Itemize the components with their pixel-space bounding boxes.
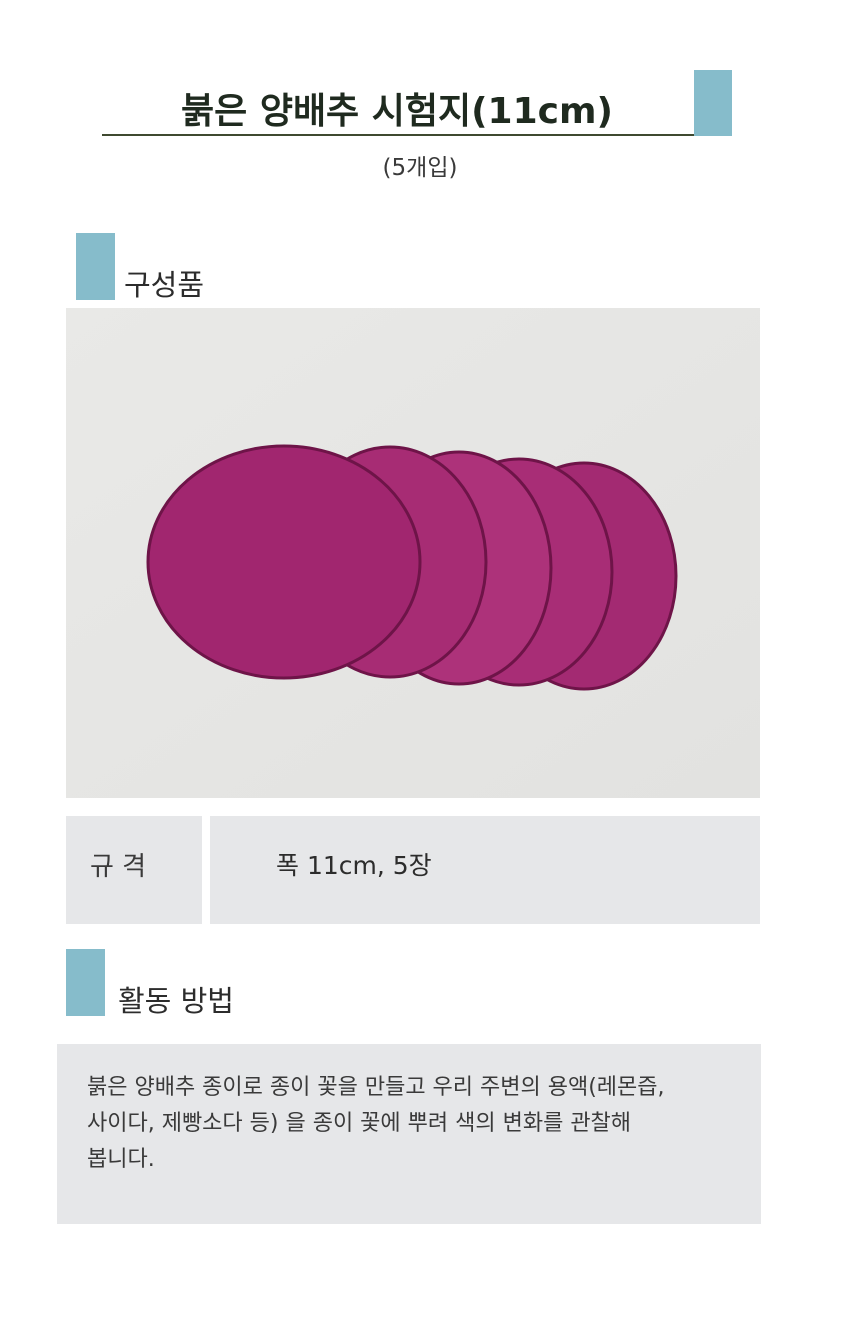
- method-line: 사이다, 제빵소다 등) 을 종이 꽃에 뿌려 색의 변화를 관찰해: [87, 1111, 632, 1136]
- spec-value-cell: 폭 11cm, 5장: [210, 816, 760, 924]
- paper-disc: [146, 444, 422, 680]
- spec-label-cell: 규 격: [66, 816, 202, 924]
- method-line: 봅니다.: [87, 1147, 155, 1172]
- page-title: 붉은 양배추 시험지(11cm): [181, 91, 613, 132]
- product-photo: [66, 308, 760, 798]
- title-accent-block: [694, 70, 732, 136]
- page-subtitle: (5개입): [382, 155, 458, 181]
- spec-label: 규 격: [90, 852, 147, 882]
- red-cabbage-paper-discs-icon: [66, 308, 760, 798]
- method-line: 붉은 양배추 종이로 종이 꽃을 만들고 우리 주변의 용액(레몬즙,: [87, 1075, 665, 1100]
- method-panel: 붉은 양배추 종이로 종이 꽃을 만들고 우리 주변의 용액(레몬즙, 사이다,…: [57, 1044, 761, 1224]
- components-accent-block: [76, 233, 115, 300]
- method-heading: 활동 방법: [118, 984, 234, 1018]
- method-accent-block: [66, 949, 105, 1016]
- components-heading: 구성품: [124, 268, 205, 302]
- title-underline: [102, 134, 694, 136]
- spec-value: 폭 11cm, 5장: [276, 851, 432, 880]
- method-description: 붉은 양배추 종이로 종이 꽃을 만들고 우리 주변의 용액(레몬즙, 사이다,…: [87, 1070, 755, 1178]
